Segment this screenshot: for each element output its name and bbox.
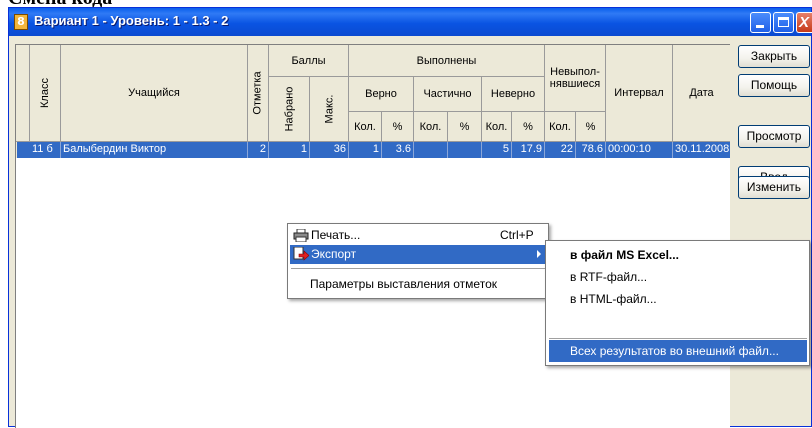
header-done-group: Выполнены bbox=[349, 45, 545, 77]
cell-partial-percent bbox=[448, 142, 482, 158]
submenu-item-all-results[interactable]: Всех результатов во внешний файл... bbox=[549, 340, 807, 362]
edit-button[interactable]: Изменить bbox=[738, 176, 810, 199]
submenu-item-rtf[interactable]: в RTF-файл... bbox=[549, 266, 807, 288]
header-wrong: Неверно bbox=[482, 77, 545, 112]
cell-correct-percent: 3.6 bbox=[382, 142, 414, 158]
header-interval[interactable]: Интервал bbox=[606, 45, 673, 142]
cell-correct-count: 1 bbox=[349, 142, 382, 158]
header-wrong-percent[interactable]: % bbox=[512, 112, 545, 142]
header-corner bbox=[16, 45, 30, 142]
cell-interval: 00:00:10 bbox=[606, 142, 673, 158]
header-student[interactable]: Учащийся bbox=[61, 45, 248, 142]
menu-item-grading-params[interactable]: Параметры выставления отметок bbox=[290, 275, 546, 294]
cell-scored: 1 bbox=[269, 142, 310, 158]
header-date[interactable]: Дата bbox=[673, 45, 730, 142]
header-scored[interactable]: Набрано bbox=[269, 77, 310, 142]
submenu-separator bbox=[549, 338, 807, 339]
header-undone: Невыпол-нявшиеся bbox=[545, 45, 606, 112]
view-button[interactable]: Просмотр bbox=[738, 125, 810, 148]
header-scores-group: Баллы bbox=[269, 45, 349, 77]
header-partial: Частично bbox=[414, 77, 482, 112]
cell-date: 30.11.2008 bbox=[673, 142, 730, 158]
cell-mark: 2 bbox=[248, 142, 269, 158]
submenu-item-html[interactable]: в HTML-файл... bbox=[549, 288, 807, 310]
header-correct: Верно bbox=[349, 77, 414, 112]
header-partial-count[interactable]: Кол. bbox=[414, 112, 448, 142]
table-row[interactable]: 11 б Балыбердин Виктор 2 1 36 1 3.6 5 17… bbox=[17, 142, 730, 158]
maximize-icon bbox=[778, 17, 789, 27]
minimize-button[interactable] bbox=[750, 12, 771, 33]
export-submenu: в файл MS Excel... в RTF-файл... в HTML-… bbox=[545, 240, 810, 366]
header-partial-percent[interactable]: % bbox=[448, 112, 482, 142]
header-correct-count[interactable]: Кол. bbox=[349, 112, 382, 142]
header-klass[interactable]: Класс bbox=[30, 45, 61, 142]
printer-icon bbox=[293, 229, 309, 242]
menu-item-export[interactable]: Экспорт bbox=[290, 245, 546, 264]
help-button[interactable]: Помощь bbox=[738, 74, 810, 97]
maximize-button[interactable] bbox=[773, 12, 794, 33]
cell-wrong-count: 5 bbox=[482, 142, 512, 158]
submenu-arrow-icon bbox=[537, 250, 541, 258]
cell-undone-percent: 78.6 bbox=[576, 142, 606, 158]
header-undone-count[interactable]: Кол. bbox=[545, 112, 576, 142]
close-button[interactable]: Закрыть bbox=[738, 45, 810, 68]
cell-wrong-percent: 17.9 bbox=[512, 142, 545, 158]
app-icon: 8 bbox=[14, 14, 28, 30]
context-menu: Печать... Ctrl+P Экспорт Параметры выста… bbox=[287, 223, 549, 299]
window-title: Вариант 1 - Уровень: 1 - 1.3 - 2 bbox=[34, 13, 229, 28]
cell-max: 36 bbox=[310, 142, 349, 158]
menu-separator bbox=[291, 268, 545, 269]
menu-item-print[interactable]: Печать... Ctrl+P bbox=[290, 226, 546, 245]
header-mark[interactable]: Отметка bbox=[248, 45, 269, 142]
cell-klass: 11 б bbox=[30, 142, 61, 158]
export-icon bbox=[293, 247, 309, 261]
submenu-item-excel[interactable]: в файл MS Excel... bbox=[549, 244, 807, 266]
header-wrong-count[interactable]: Кол. bbox=[482, 112, 512, 142]
title-bar[interactable]: 8 Вариант 1 - Уровень: 1 - 1.3 - 2 X bbox=[9, 8, 812, 36]
cell-student: Балыбердин Виктор bbox=[61, 142, 248, 158]
close-icon: X bbox=[799, 14, 810, 31]
cell-partial-count bbox=[414, 142, 448, 158]
header-undone-percent[interactable]: % bbox=[576, 112, 606, 142]
cell-undone-count: 22 bbox=[545, 142, 576, 158]
minimize-icon bbox=[756, 25, 764, 28]
close-window-button[interactable]: X bbox=[796, 12, 812, 33]
header-max[interactable]: Макс. bbox=[310, 77, 349, 142]
header-correct-percent[interactable]: % bbox=[382, 112, 414, 142]
